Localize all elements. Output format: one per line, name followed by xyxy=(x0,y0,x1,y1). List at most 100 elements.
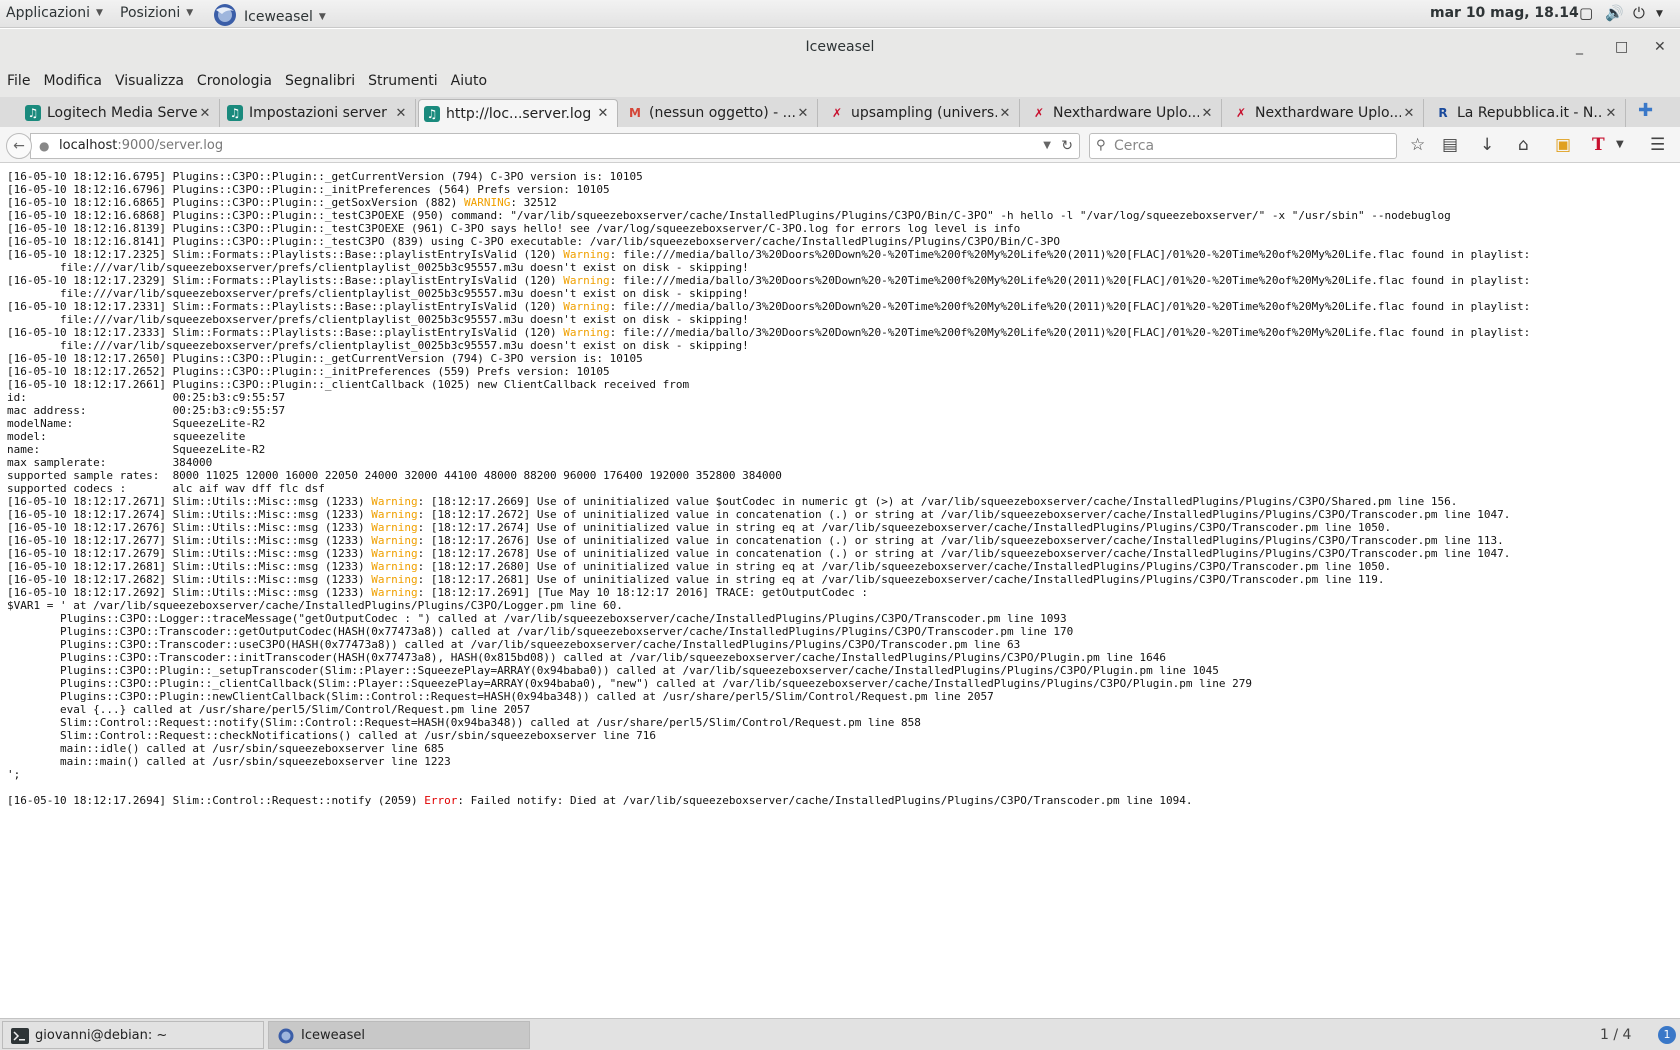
tab-impostazioni-server[interactable]: ♫ Impostazioni server ✕ xyxy=(222,99,416,127)
chevron-down-icon[interactable]: ▼ xyxy=(1616,139,1624,150)
menu-visualizza[interactable]: Visualizza xyxy=(115,73,184,89)
log-text: [16-05-10 18:12:17.2682] Slim::Utils::Mi… xyxy=(7,573,372,586)
log-text: [16-05-10 18:12:17.2679] Slim::Utils::Mi… xyxy=(7,547,372,560)
close-icon[interactable]: ✕ xyxy=(1199,106,1215,121)
close-icon[interactable]: ✕ xyxy=(1401,106,1417,121)
tab-label: upsampling (univers... xyxy=(851,105,997,121)
reload-icon[interactable]: ↻ xyxy=(1061,134,1073,158)
menu-segnalibri[interactable]: Segnalibri xyxy=(285,73,355,89)
task-terminal[interactable]: giovanni@debian: ~ xyxy=(2,1021,264,1049)
log-text: main::idle() called at /usr/sbin/squeeze… xyxy=(7,742,445,755)
search-input[interactable]: ⚲ Cerca xyxy=(1089,133,1397,159)
menu-file[interactable]: File xyxy=(7,73,30,89)
power-icon[interactable]: ⏻ xyxy=(1633,4,1645,22)
sync-icon[interactable]: ▣ xyxy=(1555,135,1571,155)
window-overview-icon[interactable]: ▢ xyxy=(1579,4,1593,22)
tab-label: La Repubblica.it - N... xyxy=(1457,105,1603,121)
log-text: Plugins::C3PO::Plugin::_setupTranscoder(… xyxy=(7,664,1219,677)
close-icon[interactable]: ✕ xyxy=(795,106,811,121)
task-label: giovanni@debian: ~ xyxy=(35,1028,168,1043)
chevron-down-icon: ▼ xyxy=(95,8,103,18)
clock[interactable]: mar 10 mag, 18.14 xyxy=(1430,5,1579,21)
download-icon[interactable]: ↓ xyxy=(1480,135,1494,155)
nexthardware-icon: ✗ xyxy=(1033,106,1045,120)
places-menu[interactable]: Posizioni ▼ xyxy=(120,5,193,21)
log-text: [16-05-10 18:12:17.2661] Plugins::C3PO::… xyxy=(7,378,690,391)
log-text: Slim::Control::Request::notify(Slim::Con… xyxy=(7,716,921,729)
log-line: Plugins::C3PO::Transcoder::useC3PO(HASH(… xyxy=(7,638,1675,651)
tab-upsampling[interactable]: ✗ upsampling (univers... ✕ xyxy=(824,99,1020,127)
log-line: [16-05-10 18:12:17.2650] Plugins::C3PO::… xyxy=(7,352,1675,365)
log-text: supported sample rates: 8000 11025 12000… xyxy=(7,469,782,482)
window-title: Iceweasel xyxy=(805,39,875,55)
app-menu[interactable]: Iceweasel ▼ xyxy=(212,4,326,28)
tab-gmail[interactable]: M (nessun oggetto) - ... ✕ xyxy=(622,99,818,127)
log-line: Plugins::C3PO::Plugin::_clientCallback(S… xyxy=(7,677,1675,690)
log-text: [16-05-10 18:12:17.2333] Slim::Formats::… xyxy=(7,326,564,339)
volume-icon[interactable]: 🔊 xyxy=(1605,4,1624,22)
task-iceweasel[interactable]: Iceweasel xyxy=(268,1021,530,1049)
log-text: mac address: 00:25:b3:c9:55:57 xyxy=(7,404,286,417)
close-icon[interactable]: ✕ xyxy=(393,106,409,121)
back-button[interactable]: ← xyxy=(6,133,32,159)
tab-label: (nessun oggetto) - ... xyxy=(649,105,795,121)
menu-cronologia[interactable]: Cronologia xyxy=(197,73,272,89)
reading-list-icon[interactable]: ▤ xyxy=(1442,135,1458,155)
translate-icon[interactable]: T xyxy=(1592,135,1605,155)
bookmark-star-icon[interactable]: ☆ xyxy=(1410,135,1425,155)
log-line: Slim::Control::Request::notify(Slim::Con… xyxy=(7,716,1675,729)
maximize-button[interactable]: □ xyxy=(1615,29,1628,65)
window-titlebar[interactable]: Iceweasel _ □ ✕ xyxy=(0,29,1680,65)
log-text: file:///var/lib/squeezeboxserver/prefs/c… xyxy=(7,313,749,326)
chevron-down-icon[interactable]: ▼ xyxy=(1656,9,1663,19)
close-icon[interactable]: ✕ xyxy=(197,106,213,121)
log-text: : [18:12:17.2674] Use of uninitialized v… xyxy=(417,521,1392,534)
applications-menu[interactable]: Applicazioni ▼ xyxy=(6,5,103,21)
close-icon[interactable]: ✕ xyxy=(997,106,1013,121)
arrow-left-icon: ← xyxy=(13,138,25,154)
minimize-button[interactable]: _ xyxy=(1576,29,1583,65)
log-text: : [18:12:17.2678] Use of uninitialized v… xyxy=(417,547,1511,560)
url-bar[interactable]: ● localhost:9000/server.log ▼ ↻ xyxy=(30,133,1080,159)
log-line: modelName: SqueezeLite-R2 xyxy=(7,417,1675,430)
tab-label: Nexthardware Uplo... xyxy=(1255,105,1401,121)
iceweasel-icon xyxy=(214,4,236,26)
log-text: file:///var/lib/squeezeboxserver/prefs/c… xyxy=(7,261,749,274)
close-window-button[interactable]: ✕ xyxy=(1654,29,1666,65)
workspace-indicator[interactable]: 1 / 4 xyxy=(1600,1027,1631,1043)
warning-label: Warning xyxy=(371,508,418,521)
menu-strumenti[interactable]: Strumenti xyxy=(368,73,438,89)
log-line: file:///var/lib/squeezeboxserver/prefs/c… xyxy=(7,287,1675,300)
log-line: main::main() called at /usr/sbin/squeeze… xyxy=(7,755,1675,768)
home-icon[interactable]: ⌂ xyxy=(1518,135,1529,155)
log-line: [16-05-10 18:12:17.2694] Slim::Control::… xyxy=(7,794,1675,807)
tab-server-log[interactable]: ♫ http://loc...server.log ✕ xyxy=(418,99,618,127)
chevron-down-icon[interactable]: ▼ xyxy=(1043,134,1051,158)
tab-nexthardware-2[interactable]: ✗ Nexthardware Uplo... ✕ xyxy=(1228,99,1424,127)
new-tab-button[interactable]: ✚ xyxy=(1638,100,1653,121)
gnome-top-bar: Applicazioni ▼ Posizioni ▼ Iceweasel ▼ m… xyxy=(0,0,1680,28)
workspace-badge-icon[interactable]: 1 xyxy=(1658,1026,1676,1044)
tab-nexthardware-1[interactable]: ✗ Nexthardware Uplo... ✕ xyxy=(1026,99,1222,127)
tab-label: http://loc...server.log xyxy=(446,105,592,122)
log-line: model: squeezelite xyxy=(7,430,1675,443)
log-line: Plugins::C3PO::Logger::traceMessage("get… xyxy=(7,612,1675,625)
log-text: [16-05-10 18:12:16.6865] Plugins::C3PO::… xyxy=(7,196,464,209)
log-line: [16-05-10 18:12:16.6865] Plugins::C3PO::… xyxy=(7,196,1675,209)
menu-aiuto[interactable]: Aiuto xyxy=(451,73,487,89)
warning-label: Warning xyxy=(563,248,610,261)
tab-logitech-media-server[interactable]: ♫ Logitech Media Server ✕ xyxy=(20,99,220,127)
warning-label: Warning xyxy=(371,521,418,534)
chevron-down-icon: ▼ xyxy=(318,11,326,22)
tab-repubblica[interactable]: R La Repubblica.it - N... ✕ xyxy=(1430,99,1626,127)
warning-label: Warning xyxy=(371,547,418,560)
log-line: [16-05-10 18:12:17.2674] Slim::Utils::Mi… xyxy=(7,508,1675,521)
warning-label: Warning xyxy=(371,586,418,599)
hamburger-menu-icon[interactable]: ☰ xyxy=(1650,135,1665,155)
log-line: Plugins::C3PO::Plugin::_setupTranscoder(… xyxy=(7,664,1675,677)
log-text: : Failed notify: Died at /var/lib/squeez… xyxy=(457,794,1193,807)
log-line: eval {...} called at /usr/share/perl5/Sl… xyxy=(7,703,1675,716)
close-icon[interactable]: ✕ xyxy=(1603,106,1619,121)
menu-modifica[interactable]: Modifica xyxy=(43,73,102,89)
close-icon[interactable]: ✕ xyxy=(595,106,611,121)
